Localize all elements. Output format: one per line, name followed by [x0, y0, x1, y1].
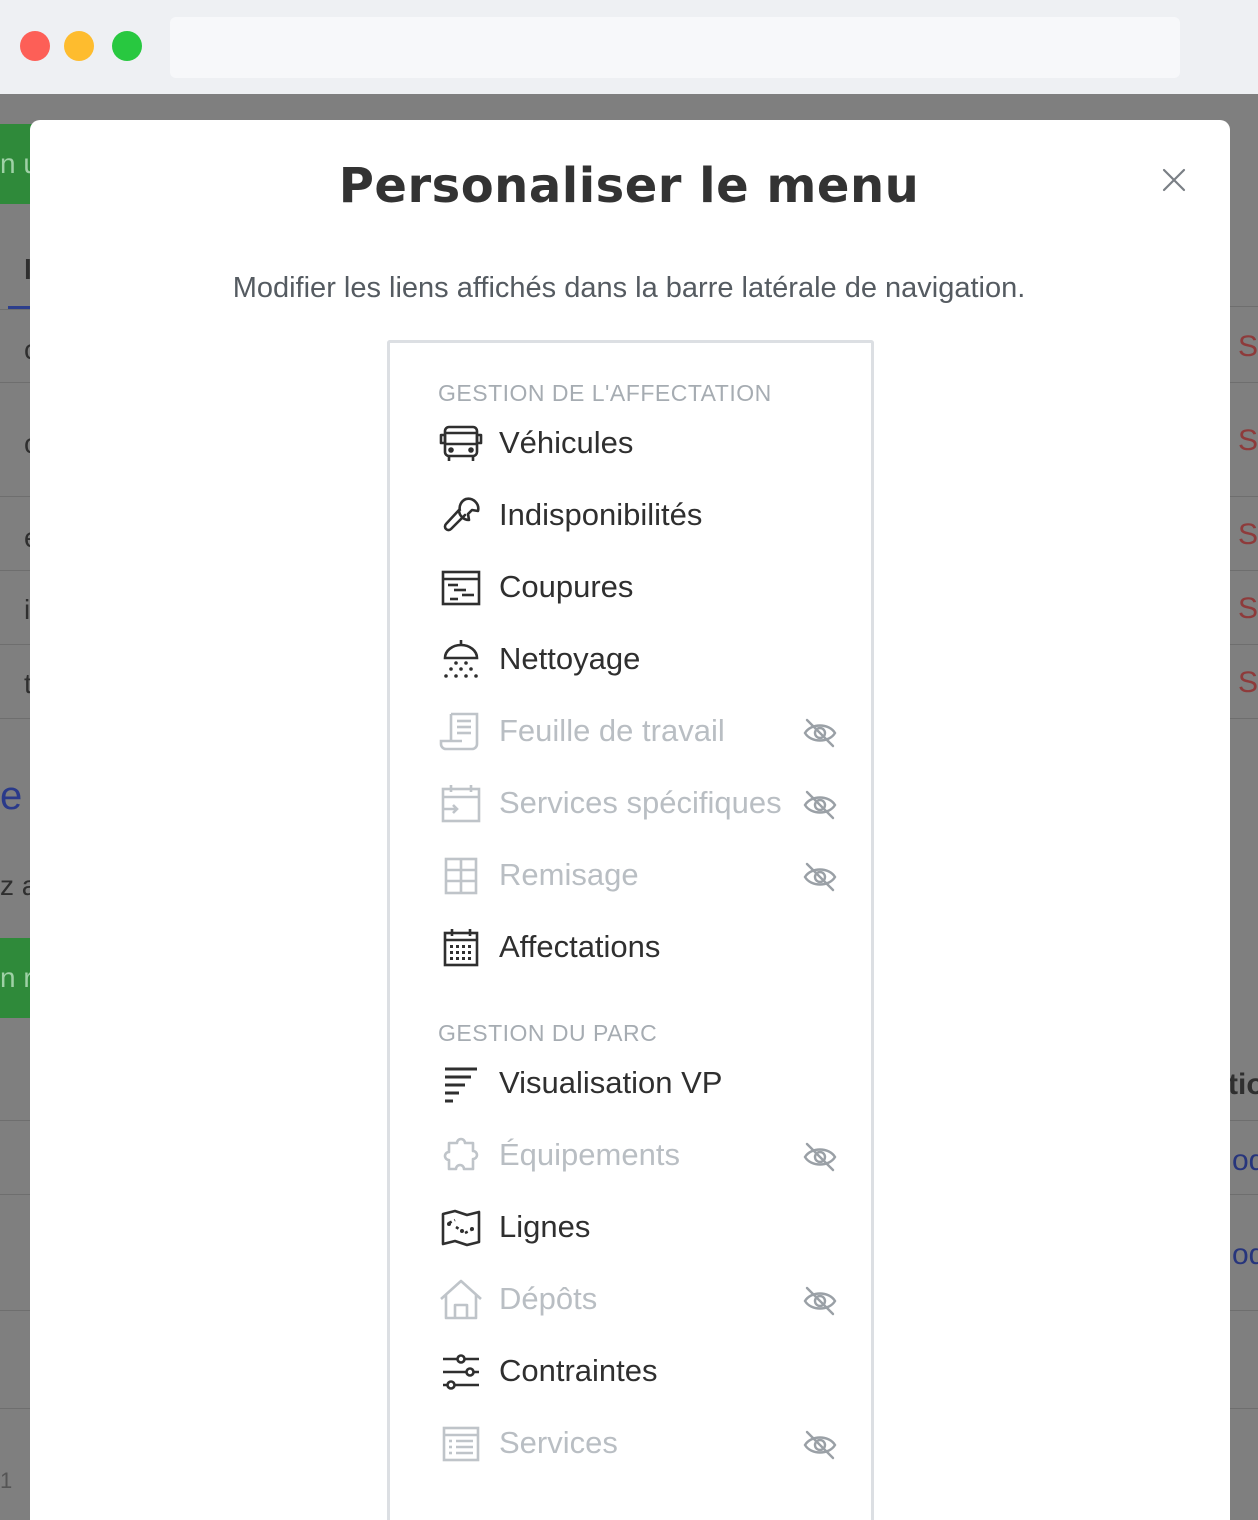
menu-item-label: Véhicules: [499, 425, 634, 460]
puzzle-icon: [443, 1137, 479, 1171]
menu-item-vehicules[interactable]: Véhicules: [438, 415, 848, 475]
menu-item-affectations[interactable]: Affectations: [438, 919, 848, 979]
calendar-arrow-icon: [441, 785, 481, 823]
bg-fragment: odi: [1232, 1144, 1258, 1177]
eye-off-icon[interactable]: [802, 715, 838, 751]
menu-item-label: Équipements: [499, 1137, 680, 1172]
menu-item-label: Feuille de travail: [499, 713, 725, 748]
menu-item-label: Contraintes: [499, 1353, 658, 1388]
shower-icon: [443, 640, 479, 678]
menu-item-label: Lignes: [499, 1209, 591, 1244]
menu-item-contraintes[interactable]: Contraintes: [438, 1343, 848, 1403]
eye-off-icon[interactable]: [802, 787, 838, 823]
bus-icon: [439, 425, 483, 461]
sliders-icon: [443, 1354, 479, 1390]
calendar-icon: [443, 929, 479, 967]
modal-title: Personaliser le menu: [338, 158, 920, 214]
house-icon: [440, 1279, 482, 1320]
window-close-dot[interactable]: [20, 31, 50, 61]
menu-item-remisage[interactable]: Remisage: [438, 847, 848, 907]
eye-off-icon[interactable]: [802, 1283, 838, 1319]
section-title-affectation: GESTION DE L'AFFECTATION: [438, 380, 772, 406]
address-bar[interactable]: [170, 17, 1180, 78]
menu-item-services[interactable]: Services: [438, 1415, 848, 1475]
menu-item-depots[interactable]: Dépôts: [438, 1271, 848, 1331]
menu-item-indisponibilites[interactable]: Indisponibilités: [438, 487, 848, 547]
browser-chrome: [0, 0, 1258, 94]
eye-off-icon[interactable]: [802, 1427, 838, 1463]
bg-fragment: S: [1238, 424, 1258, 457]
bg-fragment: e: [0, 774, 23, 818]
menu-item-label: Dépôts: [499, 1281, 598, 1316]
menu-item-label: Indisponibilités: [499, 497, 703, 532]
menu-item-label: Nettoyage: [499, 641, 641, 676]
menu-item-label: Remisage: [499, 857, 639, 892]
lines-icon: [445, 1067, 477, 1103]
menu-item-label: Services spécifiques: [499, 785, 782, 820]
wrench-icon: [443, 497, 480, 532]
list-icon: [442, 1426, 480, 1462]
menu-item-lignes[interactable]: Lignes: [438, 1199, 848, 1259]
eye-off-icon[interactable]: [802, 1139, 838, 1175]
menu-item-visualisation-vp[interactable]: Visualisation VP: [438, 1055, 848, 1115]
bg-fragment: S: [1238, 592, 1258, 625]
map-icon: [441, 1209, 481, 1247]
bg-fragment: odi: [1232, 1238, 1258, 1271]
bg-fragment: S: [1238, 666, 1258, 699]
bg-fragment: S: [1238, 518, 1258, 551]
eye-off-icon[interactable]: [802, 859, 838, 895]
window-maximize-dot[interactable]: [112, 31, 142, 61]
worksheet-icon: [439, 712, 479, 751]
menu-item-feuille-de-travail[interactable]: Feuille de travail: [438, 703, 848, 763]
menu-item-label: Coupures: [499, 569, 634, 604]
modal-description: Modifier les liens affichés dans la barr…: [232, 272, 1026, 304]
menu-item-label: Services: [499, 1425, 618, 1460]
menu-item-nettoyage[interactable]: Nettoyage: [438, 631, 848, 691]
menu-item-equipements[interactable]: Équipements: [438, 1127, 848, 1187]
bg-fragment: tio: [1228, 1068, 1258, 1101]
menu-item-services-specifiques[interactable]: Services spécifiques: [438, 775, 848, 835]
bg-fragment: S: [1238, 330, 1258, 363]
bg-fragment: n r: [0, 962, 33, 993]
section-title-parc: GESTION DU PARC: [438, 1020, 658, 1046]
bg-fragment: 1: [0, 1468, 13, 1493]
menu-item-label: Visualisation VP: [499, 1065, 723, 1100]
close-icon[interactable]: [1158, 164, 1190, 196]
menu-item-coupures[interactable]: Coupures: [438, 559, 848, 619]
window-minimize-dot[interactable]: [64, 31, 94, 61]
menu-item-label: Affectations: [499, 929, 661, 964]
grid-icon: [444, 857, 478, 895]
gantt-icon: [441, 570, 481, 606]
